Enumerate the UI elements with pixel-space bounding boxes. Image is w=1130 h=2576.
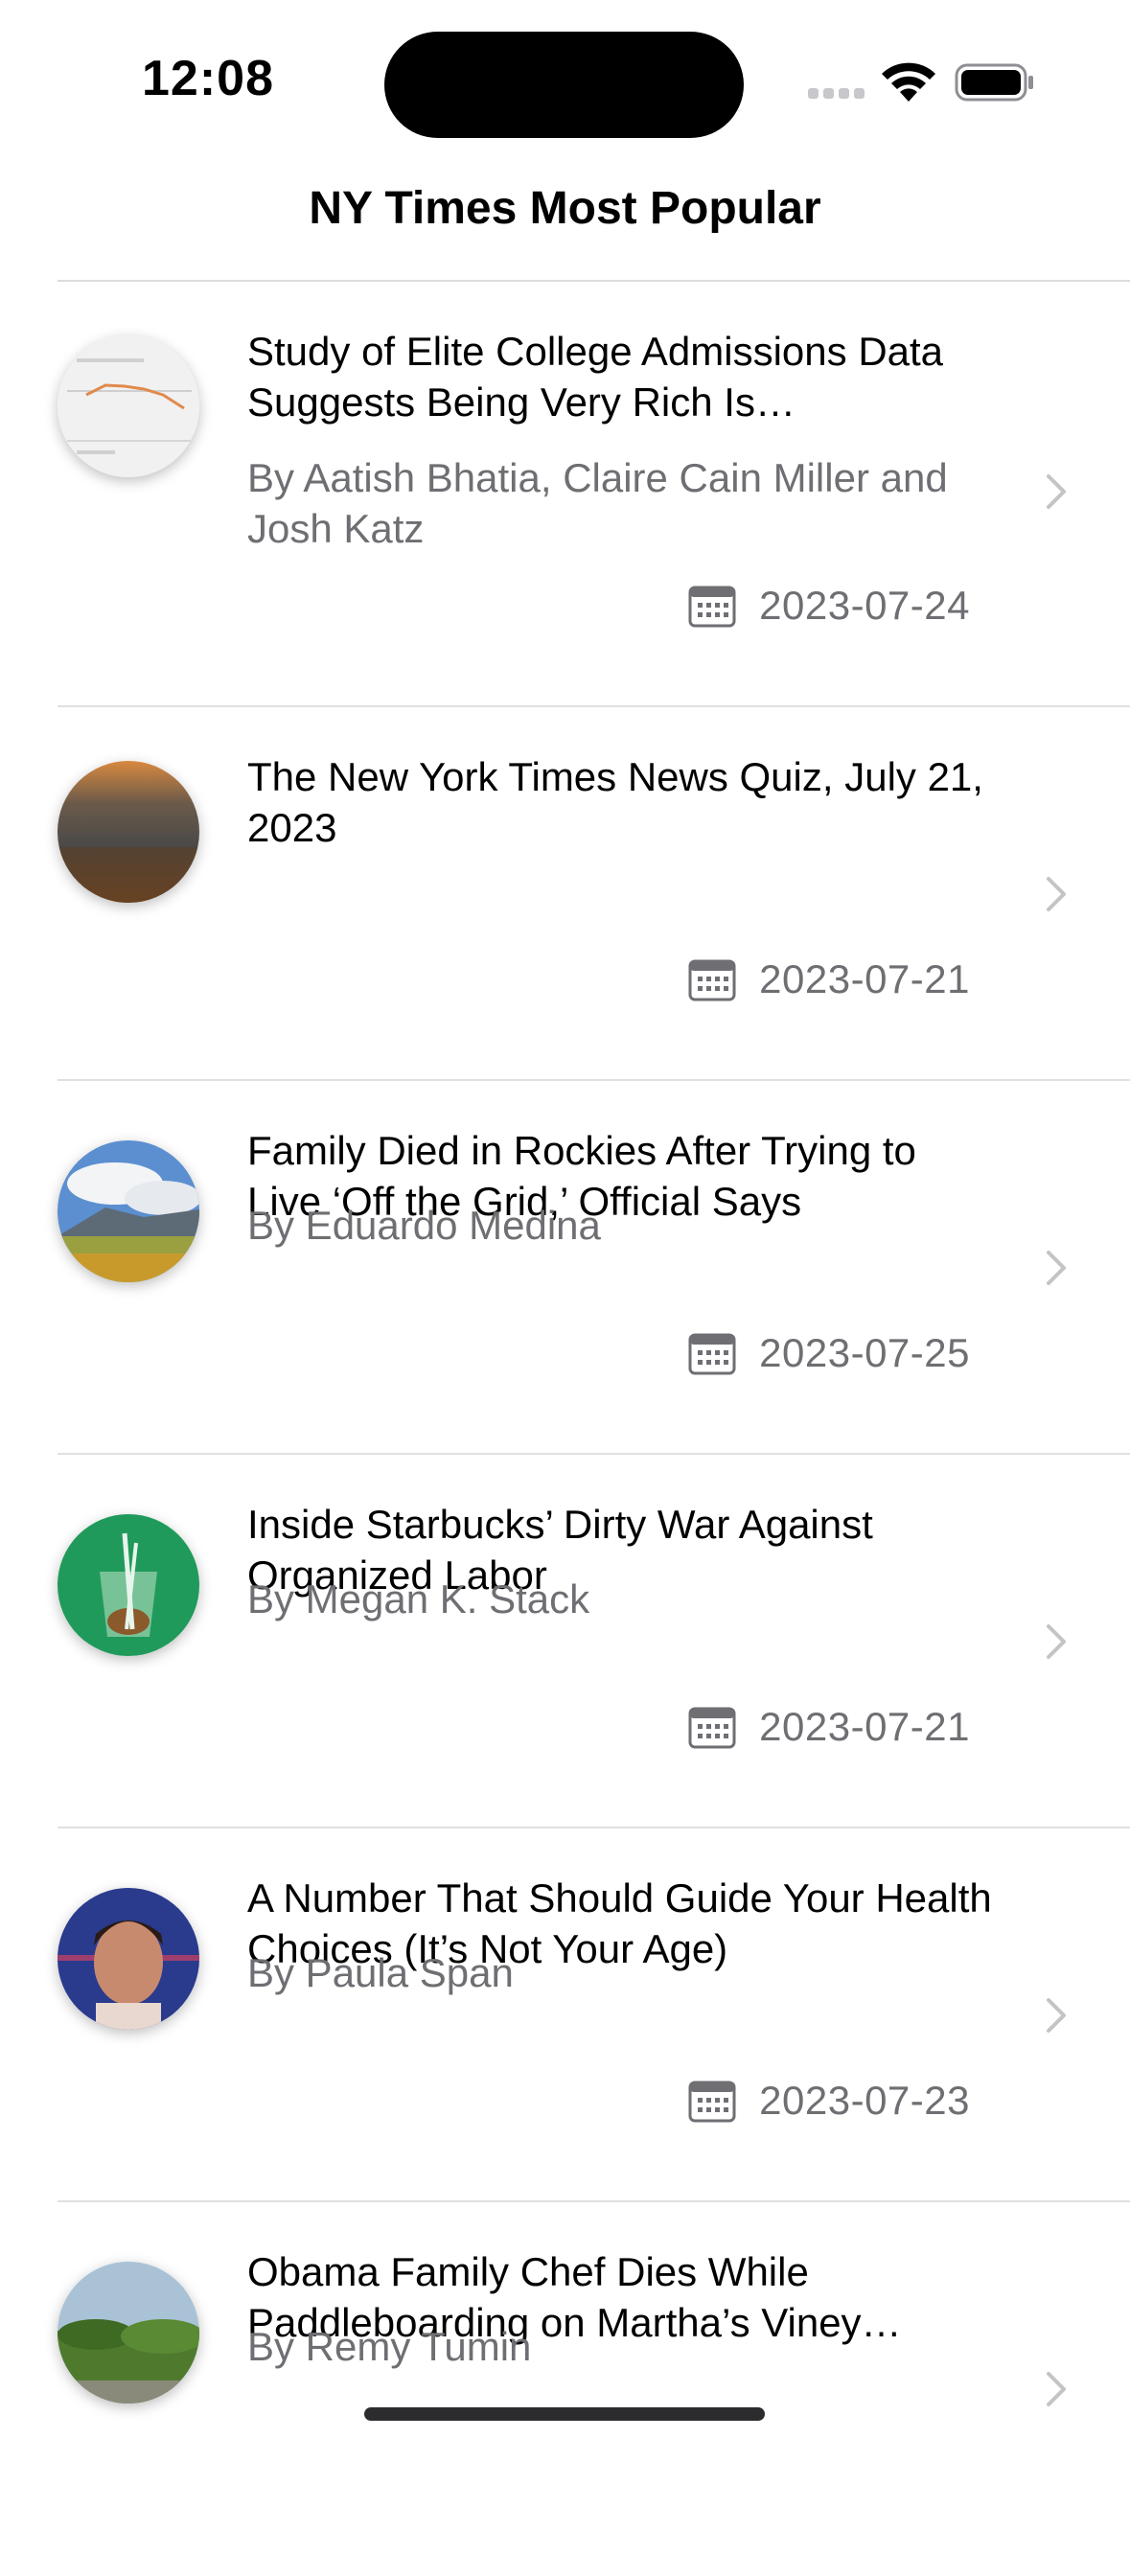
status-bar: 12:08 (0, 0, 1130, 163)
chevron-right-icon (1047, 1998, 1066, 2033)
chevron-right-icon (1047, 1251, 1066, 1285)
battery-icon (955, 63, 1033, 102)
home-indicator[interactable] (364, 2407, 765, 2421)
article-byline: By Aatish Bhatia, Claire Cain Miller and… (247, 455, 948, 551)
article-date-group: 2023-07-24 (688, 582, 970, 630)
article-date-group: 2023-07-21 (688, 1703, 970, 1751)
article-date-group: 2023-07-25 (688, 1329, 970, 1377)
article-thumbnail (58, 1888, 199, 2030)
calendar-icon (688, 959, 736, 1001)
article-row[interactable]: Inside Starbucks’ Dirty War Against Orga… (0, 1455, 1130, 1828)
article-byline: By Remy Tumin (247, 2324, 532, 2369)
article-thumbnail (58, 1514, 199, 1656)
wifi-icon (882, 62, 935, 102)
article-row[interactable]: Obama Family Chef Dies While Paddleboard… (0, 2202, 1130, 2576)
article-thumbnail (58, 761, 199, 903)
calendar-icon (688, 1333, 736, 1375)
article-thumbnail (58, 1140, 199, 1282)
cellular-signal-icon (808, 88, 865, 102)
chevron-right-icon (1047, 474, 1066, 509)
article-date-group: 2023-07-23 (688, 2077, 970, 2125)
article-byline: By Eduardo Medina (247, 1203, 601, 1248)
calendar-icon (688, 586, 736, 628)
page-title: NY Times Most Popular (309, 183, 821, 234)
article-byline: By Megan K. Stack (247, 1576, 590, 1622)
article-title: The New York Times News Quiz, July 21, 2… (247, 754, 983, 850)
article-date-group: 2023-07-21 (688, 955, 970, 1003)
article-thumbnail (58, 2262, 199, 2404)
article-row[interactable]: Study of Elite College Admissions Data S… (0, 282, 1130, 707)
article-row[interactable]: A Number That Should Guide Your Health C… (0, 1828, 1130, 2202)
chevron-right-icon (1047, 1624, 1066, 1659)
article-row[interactable]: Family Died in Rockies After Trying to L… (0, 1081, 1130, 1455)
article-date: 2023-07-24 (759, 583, 970, 628)
article-date: 2023-07-21 (759, 956, 970, 1001)
article-title: Study of Elite College Admissions Data S… (247, 329, 944, 425)
chevron-right-icon (1047, 877, 1066, 911)
chevron-right-icon (1047, 2372, 1066, 2406)
article-list[interactable]: Study of Elite College Admissions Data S… (0, 282, 1130, 2576)
calendar-icon (688, 2081, 736, 2123)
dynamic-island (384, 32, 744, 138)
article-thumbnail (58, 335, 199, 477)
article-date: 2023-07-25 (759, 1330, 970, 1375)
calendar-icon (688, 1707, 736, 1749)
status-time: 12:08 (142, 51, 274, 106)
article-byline: By Paula Span (247, 1950, 514, 1995)
article-date: 2023-07-21 (759, 1704, 970, 1749)
article-date: 2023-07-23 (759, 2078, 970, 2123)
article-row[interactable]: The New York Times News Quiz, July 21, 2… (0, 707, 1130, 1081)
